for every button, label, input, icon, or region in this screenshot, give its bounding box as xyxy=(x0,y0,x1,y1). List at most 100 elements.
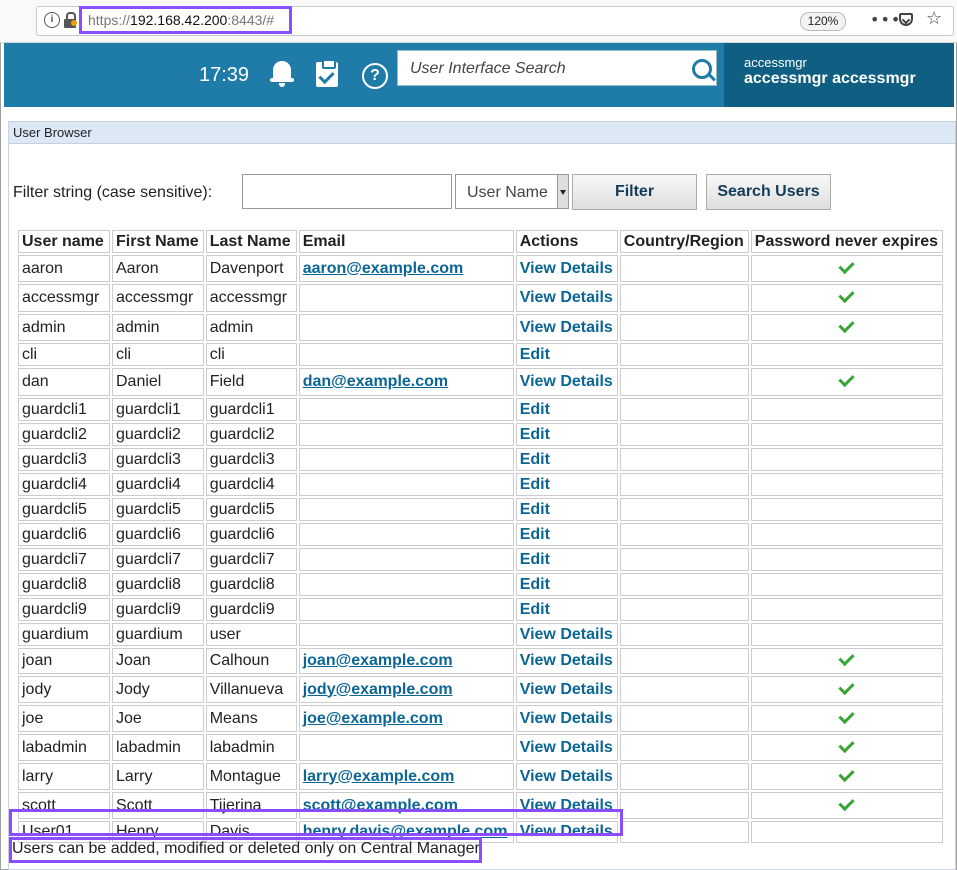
email-link[interactable]: joan@example.com xyxy=(303,652,453,669)
cell-username: guardcli4 xyxy=(18,473,110,496)
clipboard-check-icon[interactable] xyxy=(316,59,338,87)
filter-field-select[interactable]: User Name xyxy=(455,174,569,209)
view-details-link[interactable]: View Details xyxy=(520,626,613,643)
checkmark-icon xyxy=(838,736,855,753)
edit-link[interactable]: Edit xyxy=(520,426,550,443)
insecure-lock-icon[interactable] xyxy=(64,12,77,28)
filter-button[interactable]: Filter xyxy=(572,174,697,210)
edit-link[interactable]: Edit xyxy=(520,401,550,418)
view-details-link[interactable]: View Details xyxy=(520,681,613,698)
cell-email: joe@example.com xyxy=(298,705,514,732)
table-header-row: User name First Name Last Name Email Act… xyxy=(18,230,944,253)
cell-email: larry@example.com xyxy=(298,763,514,790)
view-details-link[interactable]: View Details xyxy=(520,710,613,727)
edit-link[interactable]: Edit xyxy=(520,551,550,568)
cell-email xyxy=(298,523,514,546)
cell-action: View Details xyxy=(515,648,618,674)
help-icon[interactable]: ? xyxy=(362,63,388,89)
panel-title: User Browser xyxy=(9,122,955,144)
checkmark-icon xyxy=(838,257,855,274)
browser-url-bar: i https://192.168.42.200:8443/# 120% •••… xyxy=(0,0,957,43)
filter-select-value: User Name xyxy=(467,184,548,201)
cell-username: guardium xyxy=(18,623,110,646)
bell-icon[interactable] xyxy=(270,59,294,89)
user-short-name: accessmgr xyxy=(744,55,807,70)
search-icon[interactable] xyxy=(692,59,712,79)
cell-password-never-expires xyxy=(750,573,944,596)
view-details-link[interactable]: View Details xyxy=(520,373,613,390)
cell-country-region xyxy=(619,314,749,341)
cell-first-name: guardcli3 xyxy=(112,448,204,471)
cell-country-region xyxy=(619,284,749,312)
email-link[interactable]: larry@example.com xyxy=(303,768,455,785)
dots-menu-icon[interactable]: ••• xyxy=(870,10,901,29)
ui-search-input[interactable] xyxy=(408,57,682,81)
cell-last-name: guardcli3 xyxy=(205,448,297,471)
cell-email xyxy=(298,284,514,312)
table-body: aaron Aaron Davenport aaron@example.com View… xyxy=(18,255,944,843)
view-details-link[interactable]: View Details xyxy=(520,260,613,277)
bookmark-star-icon[interactable]: ☆ xyxy=(926,8,942,29)
cell-email xyxy=(298,573,514,596)
cell-first-name: guardcli5 xyxy=(112,498,204,521)
table-row: labadmin labadmin labadmin View Details xyxy=(18,734,944,761)
cell-email xyxy=(298,448,514,471)
view-details-link[interactable]: View Details xyxy=(520,289,613,306)
table-row: guardium guardium user View Details xyxy=(18,623,944,646)
email-link[interactable]: joe@example.com xyxy=(303,710,443,727)
edit-link[interactable]: Edit xyxy=(520,526,550,543)
view-details-link[interactable]: View Details xyxy=(520,319,613,336)
edit-link[interactable]: Edit xyxy=(520,476,550,493)
cell-country-region xyxy=(619,523,749,546)
app-header: 17:39 ? accessmgr accessmgr accessmgr xyxy=(4,43,954,107)
cell-action: Edit xyxy=(515,473,618,496)
email-link[interactable]: jody@example.com xyxy=(303,681,453,698)
info-icon[interactable]: i xyxy=(44,12,60,28)
user-menu[interactable]: accessmgr accessmgr accessmgr xyxy=(724,43,954,107)
cell-password-never-expires xyxy=(750,676,944,703)
checkmark-icon xyxy=(838,707,855,724)
cell-country-region xyxy=(619,598,749,621)
col-password-never-expires: Password never expires xyxy=(750,230,944,253)
view-details-link[interactable]: View Details xyxy=(520,739,613,756)
zoom-level[interactable]: 120% xyxy=(800,12,846,31)
cell-first-name: Aaron xyxy=(112,255,204,282)
col-country-region: Country/Region xyxy=(619,230,749,253)
edit-link[interactable]: Edit xyxy=(520,601,550,618)
email-link[interactable]: aaron@example.com xyxy=(303,260,464,277)
cell-last-name: user xyxy=(205,623,297,646)
cell-action: View Details xyxy=(515,705,618,732)
edit-link[interactable]: Edit xyxy=(520,501,550,518)
chevron-down-icon[interactable] xyxy=(557,175,568,208)
search-users-button[interactable]: Search Users xyxy=(706,174,831,210)
cell-email xyxy=(298,473,514,496)
view-details-link[interactable]: View Details xyxy=(520,652,613,669)
cell-first-name: guardcli8 xyxy=(112,573,204,596)
cell-password-never-expires xyxy=(750,448,944,471)
cell-email: aaron@example.com xyxy=(298,255,514,282)
table-row: aaron Aaron Davenport aaron@example.com View… xyxy=(18,255,944,282)
cell-action: Edit xyxy=(515,548,618,571)
cell-country-region xyxy=(619,473,749,496)
table-row: cli cli cli Edit xyxy=(18,343,944,366)
cell-last-name: guardcli2 xyxy=(205,423,297,446)
edit-link[interactable]: Edit xyxy=(520,346,550,363)
col-first-name: First Name xyxy=(112,230,204,253)
table-row: guardcli6 guardcli6 guardcli6 Edit xyxy=(18,523,944,546)
cell-email xyxy=(298,623,514,646)
cell-email: joan@example.com xyxy=(298,648,514,674)
view-details-link[interactable]: View Details xyxy=(520,768,613,785)
filter-input[interactable] xyxy=(242,174,452,209)
cell-action: Edit xyxy=(515,498,618,521)
table-row: accessmgr accessmgr accessmgr View Details xyxy=(18,284,944,312)
edit-link[interactable]: Edit xyxy=(520,451,550,468)
email-link[interactable]: dan@example.com xyxy=(303,373,448,390)
cell-country-region xyxy=(619,792,749,819)
ui-search-box xyxy=(397,50,717,86)
cell-country-region xyxy=(619,423,749,446)
user-full-name: accessmgr accessmgr xyxy=(744,70,916,87)
cell-email xyxy=(298,398,514,421)
edit-link[interactable]: Edit xyxy=(520,576,550,593)
cell-email: jody@example.com xyxy=(298,676,514,703)
cell-action: Edit xyxy=(515,523,618,546)
